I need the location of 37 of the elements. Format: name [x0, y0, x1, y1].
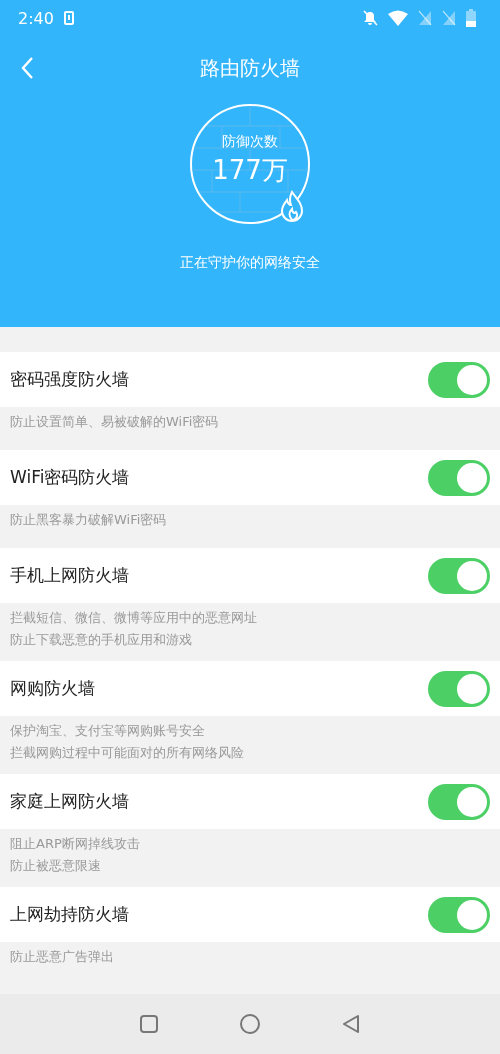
counter-value: 177万 — [212, 153, 288, 187]
status-text: 正在守护你的网络安全 — [179, 254, 321, 272]
page-title: 路由防火墙 — [200, 54, 300, 82]
wifi-icon — [388, 10, 408, 26]
recents-icon[interactable] — [139, 1014, 159, 1034]
setting-title: 家庭上网防火墙 — [10, 790, 129, 813]
setting-description: 防止恶意广告弹出 — [10, 948, 114, 966]
signal-icon — [418, 10, 432, 26]
muted-bell-icon — [362, 10, 378, 26]
toggle-switch[interactable] — [428, 361, 490, 398]
toggle-switch[interactable] — [428, 459, 490, 496]
setting-description: 防止黑客暴力破解WiFi密码 — [10, 511, 167, 529]
setting-description: 防止被恶意限速 — [10, 857, 101, 875]
toggle-switch[interactable] — [428, 896, 490, 933]
signal-icon — [442, 10, 456, 26]
setting-title: 网购防火墙 — [10, 677, 95, 700]
toggle-switch[interactable] — [428, 783, 490, 820]
setting-description: 防止设置简单、易被破解的WiFi密码 — [10, 413, 219, 431]
counter-label: 防御次数 — [222, 132, 278, 151]
setting-title: 上网劫持防火墙 — [10, 903, 129, 926]
status-time: 2:40 — [18, 8, 54, 28]
back-nav-icon[interactable] — [341, 1014, 361, 1034]
setting-description: 保护淘宝、支付宝等网购账号安全 — [10, 722, 205, 740]
setting-description: 阻止ARP断网掉线攻击 — [10, 835, 140, 853]
toggle-switch[interactable] — [428, 670, 490, 707]
setting-description: 防止下载恶意的手机应用和游戏 — [10, 631, 192, 649]
setting-title: 手机上网防火墙 — [10, 564, 129, 587]
setting-title: 密码强度防火墙 — [10, 368, 129, 391]
home-icon[interactable] — [239, 1013, 261, 1035]
setting-description: 拦截短信、微信、微博等应用中的恶意网址 — [10, 609, 257, 627]
setting-title: WiFi密码防火墙 — [10, 466, 130, 489]
phone-icon — [63, 11, 74, 25]
toggle-switch[interactable] — [428, 557, 490, 594]
battery-icon — [466, 9, 476, 27]
setting-description: 拦截网购过程中可能面对的所有网络风险 — [10, 744, 244, 762]
back-button[interactable] — [20, 56, 34, 80]
back-icon — [20, 56, 34, 80]
